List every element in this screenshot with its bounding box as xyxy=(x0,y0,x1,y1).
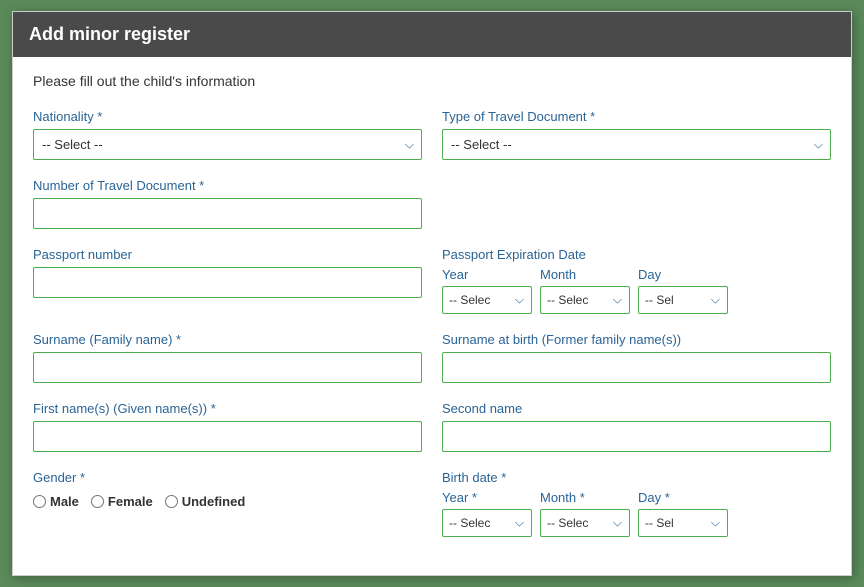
travel-doc-type-col: Type of Travel Document * -- Select -- ⌵ xyxy=(442,109,831,160)
expiry-year-select-wrapper: -- Selec ⌵ xyxy=(442,286,532,314)
gender-undefined-label: Undefined xyxy=(182,494,246,509)
travel-doc-type-select[interactable]: -- Select -- xyxy=(442,129,831,160)
form-row-5: First name(s) (Given name(s)) * Second n… xyxy=(33,401,831,452)
form-row-1: Nationality * -- Select -- ⌵ Type of Tra… xyxy=(33,109,831,160)
expiry-month-select[interactable]: -- Selec xyxy=(540,286,630,314)
surname-birth-label: Surname at birth (Former family name(s)) xyxy=(442,332,831,347)
passport-number-input[interactable] xyxy=(33,267,422,298)
travel-doc-number-label: Number of Travel Document * xyxy=(33,178,422,193)
gender-female-radio[interactable] xyxy=(91,495,104,508)
gender-col: Gender * Male Female Undefined xyxy=(33,470,422,537)
nationality-col: Nationality * -- Select -- ⌵ xyxy=(33,109,422,160)
birth-day-select-wrapper: -- Sel ⌵ xyxy=(638,509,728,537)
expiry-month-col: Month -- Selec ⌵ xyxy=(540,267,630,314)
firstname-input[interactable] xyxy=(33,421,422,452)
secondname-col: Second name xyxy=(442,401,831,452)
expiry-year-label: Year xyxy=(442,267,532,282)
birth-date-selects: Year * -- Selec ⌵ Month * xyxy=(442,490,831,537)
surname-label: Surname (Family name) * xyxy=(33,332,422,347)
expiry-year-select[interactable]: -- Selec xyxy=(442,286,532,314)
expiry-month-select-wrapper: -- Selec ⌵ xyxy=(540,286,630,314)
secondname-input[interactable] xyxy=(442,421,831,452)
birthdate-col: Birth date * Year * -- Selec ⌵ xyxy=(442,470,831,537)
surname-birth-input[interactable] xyxy=(442,352,831,383)
travel-doc-number-empty-col xyxy=(442,178,831,229)
birth-month-select-wrapper: -- Selec ⌵ xyxy=(540,509,630,537)
expiry-day-select[interactable]: -- Sel xyxy=(638,286,728,314)
form-row-2: Number of Travel Document * xyxy=(33,178,831,229)
birth-year-label: Year * xyxy=(442,490,532,505)
gender-male-label: Male xyxy=(50,494,79,509)
nationality-select-wrapper: -- Select -- ⌵ xyxy=(33,129,422,160)
passport-expiry-date-selects: Year -- Selec ⌵ Month xyxy=(442,267,831,314)
surname-birth-col: Surname at birth (Former family name(s)) xyxy=(442,332,831,383)
modal: Add minor register Please fill out the c… xyxy=(12,11,852,576)
surname-col: Surname (Family name) * xyxy=(33,332,422,383)
birth-month-col: Month * -- Selec ⌵ xyxy=(540,490,630,537)
nationality-label: Nationality * xyxy=(33,109,422,124)
passport-number-col: Passport number xyxy=(33,247,422,314)
birth-year-select-wrapper: -- Selec ⌵ xyxy=(442,509,532,537)
form-row-3: Passport number Passport Expiration Date… xyxy=(33,247,831,314)
firstname-label: First name(s) (Given name(s)) * xyxy=(33,401,422,416)
expiry-day-label: Day xyxy=(638,267,728,282)
birth-month-select[interactable]: -- Selec xyxy=(540,509,630,537)
surname-input[interactable] xyxy=(33,352,422,383)
modal-overlay: Add minor register Please fill out the c… xyxy=(0,0,864,587)
gender-label: Gender * xyxy=(33,470,422,485)
travel-doc-number-col: Number of Travel Document * xyxy=(33,178,422,229)
form-row-6: Gender * Male Female Undefined Birth dat… xyxy=(33,470,831,537)
expiry-day-select-wrapper: -- Sel ⌵ xyxy=(638,286,728,314)
form-row-4: Surname (Family name) * Surname at birth… xyxy=(33,332,831,383)
birth-year-select[interactable]: -- Selec xyxy=(442,509,532,537)
passport-number-label: Passport number xyxy=(33,247,422,262)
firstname-col: First name(s) (Given name(s)) * xyxy=(33,401,422,452)
modal-header: Add minor register xyxy=(13,12,851,57)
travel-doc-number-input[interactable] xyxy=(33,198,422,229)
secondname-label: Second name xyxy=(442,401,831,416)
expiry-month-label: Month xyxy=(540,267,630,282)
modal-title: Add minor register xyxy=(29,24,190,44)
birth-year-col: Year * -- Selec ⌵ xyxy=(442,490,532,537)
gender-undefined-radio[interactable] xyxy=(165,495,178,508)
passport-expiry-label: Passport Expiration Date xyxy=(442,247,831,262)
birth-day-col: Day * -- Sel ⌵ xyxy=(638,490,728,537)
gender-male-radio[interactable] xyxy=(33,495,46,508)
birth-day-select[interactable]: -- Sel xyxy=(638,509,728,537)
expiry-day-col: Day -- Sel ⌵ xyxy=(638,267,728,314)
birthdate-label: Birth date * xyxy=(442,470,831,485)
expiry-year-col: Year -- Selec ⌵ xyxy=(442,267,532,314)
travel-doc-type-label: Type of Travel Document * xyxy=(442,109,831,124)
form-subtitle: Please fill out the child's information xyxy=(33,73,831,89)
gender-female-label: Female xyxy=(108,494,153,509)
passport-expiry-col: Passport Expiration Date Year -- Selec ⌵ xyxy=(442,247,831,314)
birth-day-label: Day * xyxy=(638,490,728,505)
nationality-select[interactable]: -- Select -- xyxy=(33,129,422,160)
gender-options: Male Female Undefined xyxy=(33,494,422,509)
modal-body: Please fill out the child's information … xyxy=(13,57,851,575)
travel-doc-type-select-wrapper: -- Select -- ⌵ xyxy=(442,129,831,160)
birth-month-label: Month * xyxy=(540,490,630,505)
